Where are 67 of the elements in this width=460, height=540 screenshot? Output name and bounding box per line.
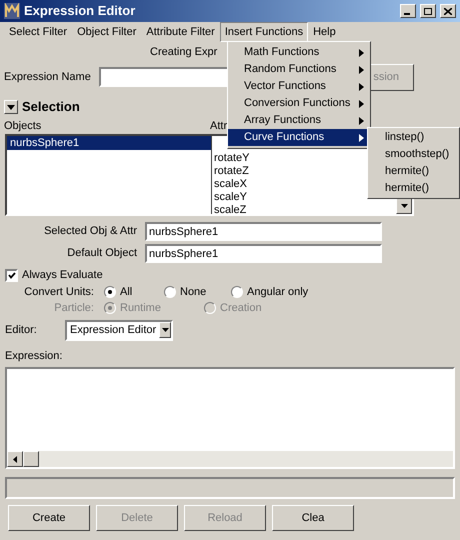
- maximize-icon: [424, 8, 432, 14]
- radio-label: All: [120, 284, 132, 300]
- list-item[interactable]: rotateY: [212, 152, 252, 165]
- menu-item[interactable]: Object Filter: [72, 22, 142, 42]
- checkbox-label: Always Evaluate: [22, 268, 103, 283]
- left-arrow-icon: [13, 456, 17, 462]
- radio-label: Creation: [220, 300, 262, 316]
- check-icon: [8, 272, 16, 278]
- text-field[interactable]: nurbsSphere1: [145, 244, 382, 263]
- menu-item[interactable]: Attribute Filter: [141, 22, 220, 42]
- menu-item[interactable]: Vector Functions: [228, 78, 370, 95]
- field-label: Expression Name: [4, 70, 91, 85]
- section-title: Selection: [22, 98, 80, 116]
- menu-item[interactable]: Select Filter: [4, 22, 72, 42]
- menu-item[interactable]: Random Functions: [228, 61, 370, 78]
- close-icon: [444, 8, 452, 14]
- radio-label: Angular only: [247, 284, 308, 300]
- editor-dropdown[interactable]: Expression Editor: [65, 320, 173, 340]
- list-item[interactable]: scaleZ: [212, 204, 248, 217]
- text-field[interactable]: nurbsSphere1: [145, 222, 382, 241]
- list-item[interactable]: scaleX: [212, 178, 250, 191]
- submenu-arrow-icon: [359, 116, 364, 124]
- list-item[interactable]: scaleY: [212, 191, 250, 204]
- radio-group-label: Particle:: [53, 300, 94, 316]
- submenu-arrow-icon: [359, 134, 364, 142]
- horizontal-scrollbar[interactable]: [7, 451, 453, 467]
- field-label: Editor:: [5, 322, 38, 338]
- maximize-button[interactable]: [420, 4, 436, 18]
- window-title: Expression Editor: [24, 2, 136, 20]
- action-button[interactable]: Create: [8, 505, 90, 531]
- field-label: Selected Obj & Attr: [43, 224, 137, 240]
- menu-item[interactable]: Math Functions: [228, 44, 370, 61]
- list-item[interactable]: nurbsSphere1: [7, 136, 211, 150]
- down-arrow-icon: [400, 204, 408, 208]
- submenu-arrow-icon: [359, 100, 364, 108]
- objects-list[interactable]: nurbsSphere1: [7, 136, 212, 214]
- menu-item[interactable]: Conversion Functions: [228, 95, 370, 112]
- radio-button[interactable]: [231, 286, 243, 298]
- radio-label: None: [180, 284, 206, 300]
- menu-item[interactable]: Help: [308, 22, 341, 42]
- collapse-toggle[interactable]: [4, 100, 18, 114]
- close-button[interactable]: [440, 4, 456, 18]
- field-label: Default Object: [66, 246, 137, 262]
- app-logo-icon: [4, 3, 20, 19]
- radio-button[interactable]: [164, 286, 176, 298]
- caret-icon: [7, 104, 15, 110]
- scroll-down-button[interactable]: [396, 198, 412, 214]
- scroll-thumb[interactable]: [23, 451, 39, 467]
- field-label: Expression:: [5, 348, 62, 364]
- status-heading: Creating Expr: [150, 44, 218, 60]
- column-header: Objects: [4, 119, 42, 134]
- menu-item[interactable]: Array Functions: [228, 112, 370, 129]
- radio-button[interactable]: [104, 286, 116, 298]
- radio-label: Runtime: [120, 300, 161, 316]
- scroll-left-button[interactable]: [7, 451, 23, 467]
- list-item[interactable]: rotateZ: [212, 165, 251, 178]
- down-arrow-icon: [162, 328, 169, 332]
- submenu-arrow-icon: [359, 82, 364, 90]
- action-button[interactable]: Clea: [272, 505, 354, 531]
- minimize-button[interactable]: [400, 4, 416, 18]
- submenu-arrow-icon: [359, 66, 364, 74]
- expression-text-area[interactable]: [5, 367, 455, 469]
- radio-group-label: Convert Units:: [23, 284, 94, 300]
- checkbox[interactable]: [5, 268, 18, 282]
- menu-item[interactable]: Curve Functions: [228, 129, 370, 146]
- column-header: Attr: [210, 119, 228, 134]
- submenu-arrow-icon: [359, 48, 364, 56]
